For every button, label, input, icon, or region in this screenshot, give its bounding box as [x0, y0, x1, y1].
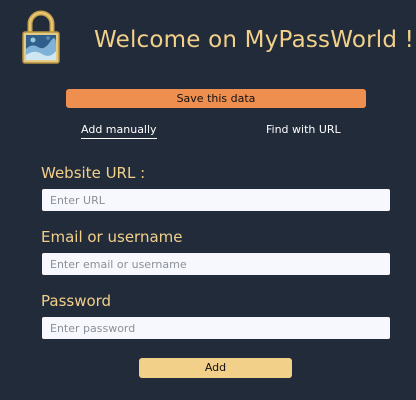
- padlock-icon: [22, 10, 60, 64]
- url-label: Website URL :: [41, 164, 146, 182]
- email-label: Email or username: [41, 228, 183, 246]
- page-title: Welcome on MyPassWorld !: [94, 27, 415, 53]
- save-button[interactable]: Save this data: [66, 89, 366, 108]
- url-input[interactable]: [42, 189, 390, 211]
- tab-find-with-url[interactable]: Find with URL: [266, 123, 341, 136]
- password-input[interactable]: [42, 317, 390, 339]
- add-button[interactable]: Add: [139, 358, 292, 378]
- tab-add-manually[interactable]: Add manually: [81, 123, 157, 139]
- email-input[interactable]: [42, 253, 390, 275]
- password-label: Password: [41, 292, 112, 310]
